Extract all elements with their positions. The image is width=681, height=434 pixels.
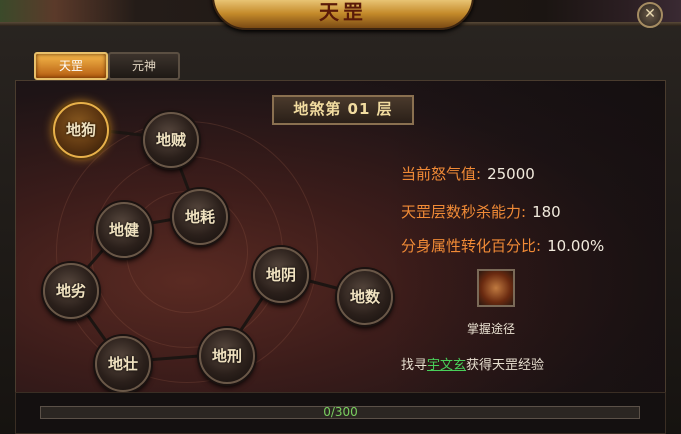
constellation-node[interactable]: 地贼 [143,112,199,168]
constellation-node[interactable]: 地劣 [43,263,99,319]
constellation-node[interactable]: 地耗 [172,189,228,245]
constellation-node[interactable]: 地数 [337,269,393,325]
constellation-node[interactable]: 地健 [96,202,152,258]
acquire-method-label: 掌握途径 [467,322,516,336]
npc-link[interactable]: 宇文玄 [427,358,466,373]
level-banner: 地煞第 01 层 [272,95,414,125]
constellation-node[interactable]: 地阴 [253,247,309,303]
stat-clone-conversion: 分身属性转化百分比: 10.00% [401,237,605,255]
stat-kill-ability: 天罡层数秒杀能力: 180 [401,203,561,221]
constellation-node[interactable]: 地壮 [95,336,151,392]
stat-rage: 当前怒气值: 25000 [401,165,535,183]
constellation-node[interactable]: 地刑 [199,328,255,384]
constellation-node[interactable]: 地狗 [53,102,109,158]
level-title: 地煞第 01 层 [293,100,393,118]
exp-progress-text: 0/300 [323,405,358,419]
exp-hint: 找寻宇文玄获得天罡经验 [401,358,545,373]
skill-scroll-icon[interactable] [477,269,515,307]
